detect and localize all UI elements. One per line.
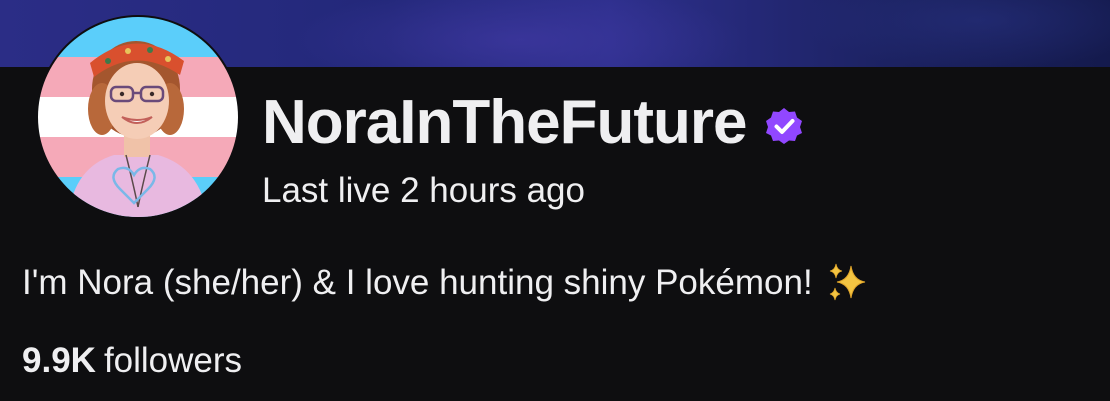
bio-text: I'm Nora (she/her) & I love hunting shin…: [22, 263, 813, 302]
sparkles-icon: [829, 263, 865, 301]
avatar-image: [38, 17, 238, 217]
followers-label: followers: [103, 341, 243, 380]
channel-name-row: NoraInTheFuture: [262, 78, 804, 168]
verified-badge-icon: [766, 108, 803, 144]
last-live-status: Last live 2 hours ago: [262, 171, 585, 210]
channel-bio: I'm Nora (she/her) & I love hunting shin…: [22, 260, 871, 306]
follower-count: 9.9K followers: [22, 340, 242, 382]
channel-avatar[interactable]: [38, 17, 238, 217]
channel-name[interactable]: NoraInTheFuture: [262, 92, 747, 154]
followers-number: 9.9K: [22, 341, 96, 380]
